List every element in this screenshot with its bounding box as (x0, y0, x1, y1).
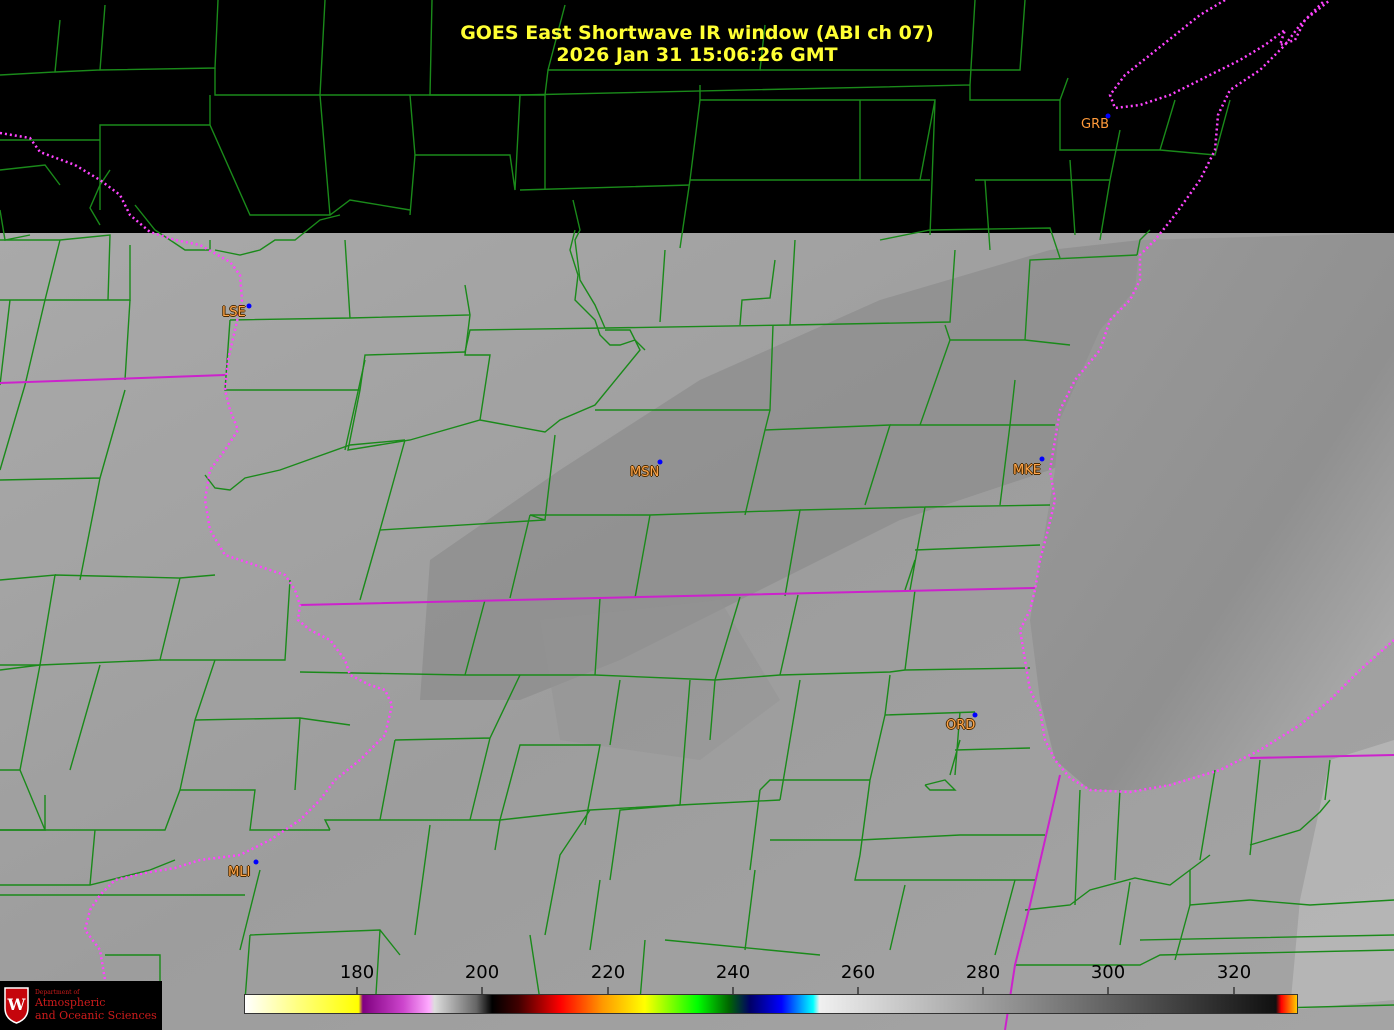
aos-logo: W Department of Atmospheric and Oceanic … (0, 981, 162, 1030)
satellite-map (0, 0, 1394, 1030)
svg-text:W: W (7, 995, 27, 1014)
station-label-msn: MSN (630, 465, 660, 480)
logo-line2: and Oceanic Sciences (35, 1009, 157, 1022)
colorbar-tick-label: 300 (1090, 962, 1126, 983)
station-label-ord: ORD (946, 718, 976, 733)
station-dot-mli (253, 859, 259, 865)
map-title: GOES East Shortwave IR window (ABI ch 07… (460, 22, 934, 44)
station-dot-ord (972, 712, 978, 718)
colorbar-tick-label: 240 (715, 962, 751, 983)
station-label-mke: MKE (1013, 463, 1041, 478)
station-label-mli: MLI (228, 865, 251, 880)
colorbar-tick-label: 260 (840, 962, 876, 983)
station-dot-mke (1039, 456, 1045, 462)
logo-line1: Atmospheric (35, 996, 106, 1009)
station-label-lse: LSE (222, 305, 246, 320)
station-dot-msn (657, 459, 663, 465)
station-label-grb: GRB (1081, 117, 1110, 132)
colorbar-tick-label: 320 (1216, 962, 1252, 983)
colorbar-tick-label: 280 (965, 962, 1001, 983)
colorbar-tick-label: 180 (339, 962, 375, 983)
temperature-colorbar (244, 994, 1298, 1014)
uw-crest-icon: W (4, 987, 29, 1024)
colorbar-tick-label: 200 (464, 962, 500, 983)
station-dot-lse (246, 303, 252, 309)
colorbar-tick-label: 220 (590, 962, 626, 983)
map-timestamp: 2026 Jan 31 15:06:26 GMT (556, 44, 838, 66)
logo-dept-text: Department of (35, 989, 80, 996)
